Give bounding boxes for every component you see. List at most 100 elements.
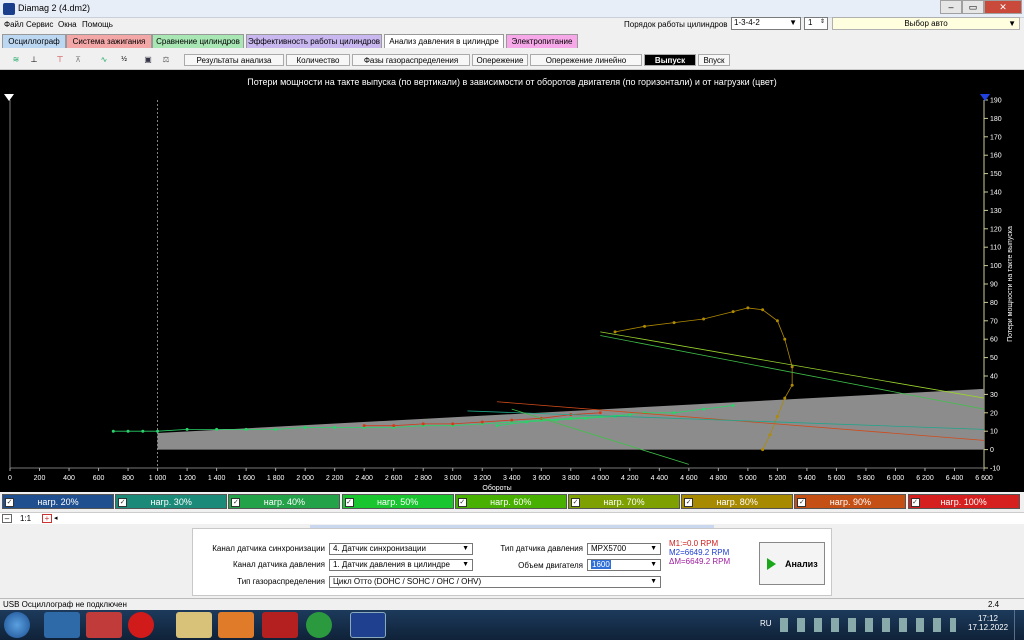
wave-icon[interactable]: ≋ — [8, 52, 24, 68]
timing-type-label: Тип газораспределения — [237, 577, 325, 586]
menu-help[interactable]: Помощь — [82, 20, 113, 29]
marker-readout: M1:=0.0 RPM M2=6649.2 RPM ΔM=6649.2 RPM — [669, 539, 759, 566]
subtab-1[interactable]: Количество — [286, 54, 350, 66]
cylinder-order-select[interactable]: 1-3-4-2 ▼ — [731, 17, 801, 30]
engine-volume-label: Объем двигателя — [518, 561, 583, 570]
tab-2[interactable]: Сравнение цилиндров — [152, 34, 244, 48]
analyze-button[interactable]: Анализ — [759, 542, 825, 585]
sync-channel-select[interactable]: 4. Датчик синхронизации ▼ — [329, 543, 473, 555]
checkbox-icon[interactable]: ✓ — [684, 498, 694, 507]
menu-service[interactable]: Сервис — [26, 20, 53, 29]
y-tick-label: 150 — [990, 171, 1002, 178]
legend-label: нагр. 90% — [829, 497, 872, 507]
clock[interactable]: 17:12 17.12.2022 — [968, 614, 1008, 632]
checkbox-icon[interactable]: ✓ — [797, 498, 807, 507]
compare-icon[interactable]: ⚖ — [158, 52, 174, 68]
cursor-left-icon — [4, 94, 14, 101]
marker-delta: ΔM=6649.2 RPM — [669, 557, 731, 566]
ie-icon[interactable] — [44, 612, 80, 638]
y-tick-label: 130 — [990, 208, 1002, 215]
subtab-2[interactable]: Фазы газораспределения — [352, 54, 470, 66]
close-button[interactable]: ✕ — [984, 0, 1022, 14]
start-icon[interactable] — [4, 612, 30, 638]
status-text: USB Осциллограф не подключен — [3, 600, 127, 609]
tab-3[interactable]: Эффективность работы цилиндров — [246, 34, 382, 48]
timing-type-select[interactable]: Цикл Отто (DOHC / SOHC / OHC / OHV) ▼ — [329, 576, 661, 588]
tab-5[interactable]: Электропитание — [506, 34, 578, 48]
data-point — [584, 416, 588, 420]
tab-1[interactable]: Система зажигания — [66, 34, 152, 48]
chart-area[interactable]: 0 200 400 600 800 1 000 1 200 1 400 1 600 1 800 2 … — [0, 70, 1024, 492]
checkbox-icon[interactable]: ✓ — [457, 498, 467, 507]
checkbox-icon[interactable]: ✓ — [344, 498, 354, 507]
zoom-out-icon[interactable]: – — [2, 514, 12, 523]
subtab-6[interactable]: Впуск — [698, 54, 730, 66]
checkbox-icon[interactable]: ✓ — [5, 498, 14, 507]
x-tick-label: 3 800 — [562, 475, 580, 482]
data-point — [333, 426, 337, 430]
x-tick-label: 1 800 — [267, 475, 285, 482]
show-desktop-button[interactable] — [1014, 610, 1024, 640]
menu-windows[interactable]: Окна — [58, 20, 77, 29]
scale-icon[interactable]: ⊥ — [26, 52, 42, 68]
cursor-right-icon — [980, 94, 990, 101]
minimize-button[interactable]: – — [940, 0, 962, 14]
legend-load-2[interactable]: ✓ нагр. 40% — [228, 494, 341, 509]
tray-icons[interactable] — [780, 618, 956, 632]
legend-load-1[interactable]: ✓ нагр. 30% — [115, 494, 228, 509]
chart-svg[interactable]: 0 200 400 600 800 1 000 1 200 1 400 1 600 1 800 2 … — [0, 70, 1024, 492]
diamag-icon[interactable] — [350, 612, 386, 638]
subtab-5[interactable]: Выпуск — [644, 54, 696, 66]
language-indicator[interactable]: RU — [760, 619, 772, 628]
legend-load-3[interactable]: ✓ нагр. 50% — [341, 494, 454, 509]
ccleaner-icon[interactable] — [262, 612, 298, 638]
tab-4[interactable]: Анализ давления в цилиндре — [384, 34, 504, 48]
data-point — [215, 427, 219, 431]
subtab-0[interactable]: Результаты анализа — [184, 54, 284, 66]
taskbar: RU 17:12 17.12.2022 — [0, 610, 1024, 640]
data-point — [421, 422, 425, 426]
menu-file[interactable]: Файл — [4, 20, 24, 29]
chart-title: Потери мощности на такте выпуска (по вер… — [247, 77, 777, 87]
legend-load-7[interactable]: ✓ нагр. 90% — [794, 494, 907, 509]
auto-scale-icon[interactable]: ⊤ — [52, 52, 68, 68]
checkbox-icon[interactable]: ✓ — [571, 498, 580, 507]
scroll-left-icon[interactable]: ◂ — [54, 514, 64, 523]
legend-load-4[interactable]: ✓ нагр. 60% — [454, 494, 567, 509]
line-icon[interactable]: ∿ — [96, 52, 112, 68]
explorer-icon[interactable] — [176, 612, 212, 638]
legend-load-8[interactable]: ✓ нагр. 100% — [907, 494, 1020, 509]
tab-0[interactable]: Осциллограф — [2, 34, 66, 48]
checkbox-icon[interactable]: ✓ — [910, 498, 920, 507]
checkbox-icon[interactable]: ✓ — [118, 498, 128, 507]
checkbox-icon[interactable]: ✓ — [231, 498, 241, 507]
subtab-4[interactable]: Опережение линейно — [530, 54, 642, 66]
sensor-type-select[interactable]: MPX5700 ▼ — [587, 543, 661, 555]
media-icon[interactable] — [218, 612, 254, 638]
opera-icon[interactable] — [128, 612, 154, 638]
save-icon[interactable]: ▣ — [140, 52, 156, 68]
marker-icon[interactable]: ⊼ — [70, 52, 86, 68]
y-tick-label: 180 — [990, 116, 1002, 123]
data-point — [303, 426, 307, 430]
legend-load-6[interactable]: ✓ нагр. 80% — [681, 494, 794, 509]
x-tick-label: 0 — [8, 475, 12, 482]
pressure-channel-select[interactable]: 1. Датчик давления в цилиндре ▼ — [329, 559, 473, 571]
marker-m2: M2=6649.2 RPM — [669, 548, 730, 557]
x-tick-label: 1 000 — [149, 475, 167, 482]
cylinder-spinner[interactable]: 1 ⇕ — [804, 17, 828, 30]
chrome-icon[interactable] — [306, 612, 332, 638]
legend-load-0[interactable]: ✓ нагр. 20% — [2, 494, 114, 509]
engine-volume-select[interactable]: 1600 ▼ — [587, 559, 661, 571]
app-icon-red[interactable] — [86, 612, 122, 638]
maximize-button[interactable]: ▭ — [962, 0, 984, 14]
ratio-icon[interactable]: ½ — [116, 52, 132, 68]
car-select[interactable]: Выбор авто ▼ — [832, 17, 1020, 30]
x-tick-label: 400 — [63, 475, 75, 482]
legend-label: нагр. 50% — [376, 497, 419, 507]
data-point — [775, 319, 779, 323]
y-tick-label: 100 — [990, 263, 1002, 270]
zoom-in-icon[interactable]: + — [42, 514, 52, 523]
legend-load-5[interactable]: ✓ нагр. 70% — [568, 494, 680, 509]
subtab-3[interactable]: Опережение — [472, 54, 528, 66]
